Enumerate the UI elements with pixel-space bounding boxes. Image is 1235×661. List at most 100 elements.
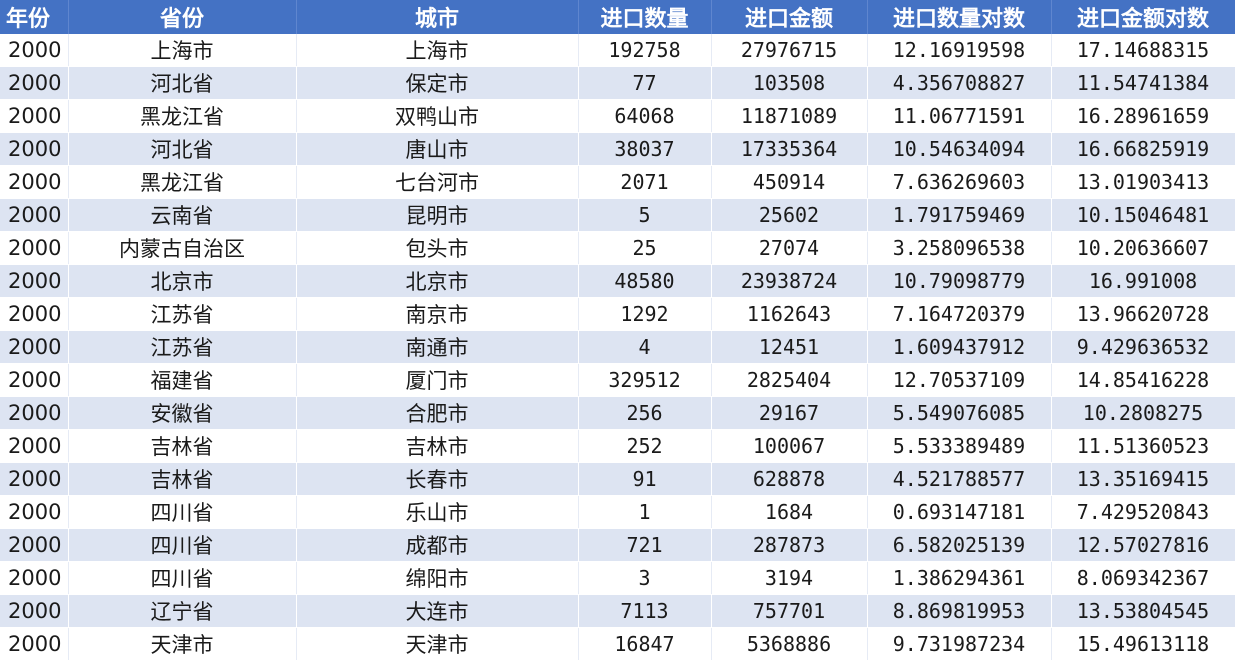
cell-city[interactable]: 保定市 <box>296 66 579 100</box>
cell-log-import-quantity[interactable]: 1.609437912 <box>867 330 1052 364</box>
cell-import-amount[interactable]: 27976715 <box>711 34 868 67</box>
column-header-province[interactable]: 省份 <box>68 0 297 34</box>
cell-province[interactable]: 四川省 <box>68 528 297 562</box>
cell-import-quantity[interactable]: 77 <box>578 66 712 100</box>
cell-province[interactable]: 吉林省 <box>68 462 297 496</box>
cell-log-import-amount[interactable]: 7.429520843 <box>1051 495 1235 529</box>
cell-log-import-amount[interactable]: 14.85416228 <box>1051 363 1235 397</box>
cell-city[interactable]: 北京市 <box>296 264 579 298</box>
cell-log-import-quantity[interactable]: 6.582025139 <box>867 528 1052 562</box>
cell-import-quantity[interactable]: 3 <box>578 561 712 595</box>
cell-log-import-quantity[interactable]: 11.06771591 <box>867 99 1052 133</box>
column-header-log-import-amount[interactable]: 进口金额对数 <box>1051 0 1235 34</box>
cell-log-import-quantity[interactable]: 4.356708827 <box>867 66 1052 100</box>
cell-import-amount[interactable]: 27074 <box>711 231 868 265</box>
cell-log-import-quantity[interactable]: 1.386294361 <box>867 561 1052 595</box>
cell-log-import-amount[interactable]: 10.2808275 <box>1051 396 1235 430</box>
column-header-city[interactable]: 城市 <box>296 0 579 34</box>
cell-year[interactable]: 2000 <box>0 363 69 397</box>
cell-year[interactable]: 2000 <box>0 561 69 595</box>
cell-city[interactable]: 成都市 <box>296 528 579 562</box>
cell-log-import-quantity[interactable]: 5.533389489 <box>867 429 1052 463</box>
cell-import-quantity[interactable]: 7113 <box>578 594 712 628</box>
cell-year[interactable]: 2000 <box>0 462 69 496</box>
cell-province[interactable]: 安徽省 <box>68 396 297 430</box>
cell-import-amount[interactable]: 1684 <box>711 495 868 529</box>
column-header-log-import-quantity[interactable]: 进口数量对数 <box>867 0 1052 34</box>
cell-import-amount[interactable]: 23938724 <box>711 264 868 298</box>
column-header-year[interactable]: 年份 <box>0 0 69 34</box>
cell-year[interactable]: 2000 <box>0 165 69 199</box>
cell-year[interactable]: 2000 <box>0 627 69 661</box>
cell-log-import-quantity[interactable]: 4.521788577 <box>867 462 1052 496</box>
cell-province[interactable]: 上海市 <box>68 34 297 67</box>
cell-import-amount[interactable]: 287873 <box>711 528 868 562</box>
cell-year[interactable]: 2000 <box>0 132 69 166</box>
cell-year[interactable]: 2000 <box>0 99 69 133</box>
cell-city[interactable]: 厦门市 <box>296 363 579 397</box>
column-header-import-quantity[interactable]: 进口数量 <box>578 0 712 34</box>
cell-import-quantity[interactable]: 329512 <box>578 363 712 397</box>
cell-import-amount[interactable]: 628878 <box>711 462 868 496</box>
cell-log-import-amount[interactable]: 13.35169415 <box>1051 462 1235 496</box>
cell-import-quantity[interactable]: 48580 <box>578 264 712 298</box>
cell-year[interactable]: 2000 <box>0 330 69 364</box>
cell-city[interactable]: 七台河市 <box>296 165 579 199</box>
cell-log-import-quantity[interactable]: 1.791759469 <box>867 198 1052 232</box>
cell-import-quantity[interactable]: 64068 <box>578 99 712 133</box>
cell-import-amount[interactable]: 3194 <box>711 561 868 595</box>
cell-year[interactable]: 2000 <box>0 396 69 430</box>
cell-year[interactable]: 2000 <box>0 264 69 298</box>
cell-import-quantity[interactable]: 252 <box>578 429 712 463</box>
cell-city[interactable]: 吉林市 <box>296 429 579 463</box>
cell-year[interactable]: 2000 <box>0 66 69 100</box>
cell-log-import-quantity[interactable]: 10.54634094 <box>867 132 1052 166</box>
cell-log-import-amount[interactable]: 8.069342367 <box>1051 561 1235 595</box>
cell-import-amount[interactable]: 2825404 <box>711 363 868 397</box>
cell-log-import-amount[interactable]: 13.53804545 <box>1051 594 1235 628</box>
cell-year[interactable]: 2000 <box>0 297 69 331</box>
cell-import-quantity[interactable]: 1 <box>578 495 712 529</box>
cell-year[interactable]: 2000 <box>0 34 69 67</box>
cell-import-quantity[interactable]: 4 <box>578 330 712 364</box>
cell-city[interactable]: 双鸭山市 <box>296 99 579 133</box>
cell-year[interactable]: 2000 <box>0 528 69 562</box>
cell-year[interactable]: 2000 <box>0 495 69 529</box>
cell-import-amount[interactable]: 450914 <box>711 165 868 199</box>
cell-year[interactable]: 2000 <box>0 231 69 265</box>
cell-province[interactable]: 福建省 <box>68 363 297 397</box>
cell-log-import-quantity[interactable]: 7.636269603 <box>867 165 1052 199</box>
cell-city[interactable]: 大连市 <box>296 594 579 628</box>
cell-city[interactable]: 昆明市 <box>296 198 579 232</box>
cell-province[interactable]: 黑龙江省 <box>68 99 297 133</box>
cell-import-amount[interactable]: 757701 <box>711 594 868 628</box>
cell-city[interactable]: 南京市 <box>296 297 579 331</box>
cell-import-amount[interactable]: 1162643 <box>711 297 868 331</box>
cell-import-amount[interactable]: 25602 <box>711 198 868 232</box>
cell-log-import-quantity[interactable]: 7.164720379 <box>867 297 1052 331</box>
cell-log-import-quantity[interactable]: 10.79098779 <box>867 264 1052 298</box>
cell-log-import-quantity[interactable]: 5.549076085 <box>867 396 1052 430</box>
cell-province[interactable]: 江苏省 <box>68 297 297 331</box>
cell-log-import-amount[interactable]: 16.991008 <box>1051 264 1235 298</box>
cell-province[interactable]: 云南省 <box>68 198 297 232</box>
cell-log-import-amount[interactable]: 16.66825919 <box>1051 132 1235 166</box>
cell-year[interactable]: 2000 <box>0 429 69 463</box>
cell-log-import-amount[interactable]: 10.20636607 <box>1051 231 1235 265</box>
cell-import-quantity[interactable]: 16847 <box>578 627 712 661</box>
cell-import-quantity[interactable]: 5 <box>578 198 712 232</box>
cell-province[interactable]: 天津市 <box>68 627 297 661</box>
cell-log-import-amount[interactable]: 11.54741384 <box>1051 66 1235 100</box>
column-header-import-amount[interactable]: 进口金额 <box>711 0 868 34</box>
cell-import-quantity[interactable]: 1292 <box>578 297 712 331</box>
cell-city[interactable]: 合肥市 <box>296 396 579 430</box>
cell-log-import-amount[interactable]: 10.15046481 <box>1051 198 1235 232</box>
cell-import-amount[interactable]: 11871089 <box>711 99 868 133</box>
cell-city[interactable]: 唐山市 <box>296 132 579 166</box>
cell-year[interactable]: 2000 <box>0 198 69 232</box>
cell-log-import-amount[interactable]: 13.01903413 <box>1051 165 1235 199</box>
cell-log-import-amount[interactable]: 9.429636532 <box>1051 330 1235 364</box>
cell-city[interactable]: 绵阳市 <box>296 561 579 595</box>
cell-log-import-quantity[interactable]: 8.869819953 <box>867 594 1052 628</box>
cell-import-quantity[interactable]: 38037 <box>578 132 712 166</box>
